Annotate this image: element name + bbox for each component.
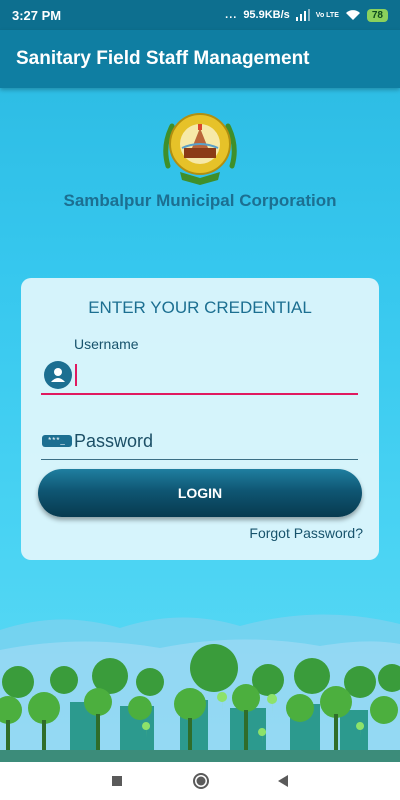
battery-icon: 78 xyxy=(366,8,388,22)
login-button[interactable]: LOGIN xyxy=(38,469,362,517)
user-icon xyxy=(44,361,72,389)
network-speed: 95.9KB/s xyxy=(243,9,290,21)
app-bar: Sanitary Field Staff Management xyxy=(0,30,400,88)
signal-icon xyxy=(295,9,310,21)
smc-logo xyxy=(158,106,242,190)
password-underline xyxy=(41,459,358,460)
smc-emblem-icon xyxy=(163,113,237,185)
city-scenery-illustration xyxy=(0,614,400,762)
wifi-icon xyxy=(345,10,360,20)
login-card-title: ENTER YOUR CREDENTIAL xyxy=(88,298,312,317)
login-card: ENTER YOUR CREDENTIAL Username ***_ LOGI… xyxy=(21,278,379,560)
app-title: Sanitary Field Staff Management xyxy=(16,48,310,69)
back-button[interactable] xyxy=(268,767,298,795)
status-indicators: ... 95.9KB/s Vo LTE 78 xyxy=(225,8,388,22)
username-input[interactable] xyxy=(73,360,353,390)
home-button[interactable] xyxy=(186,767,216,795)
volte-indicator: Vo LTE xyxy=(315,11,339,19)
status-time: 3:27 PM xyxy=(12,7,62,23)
password-dots-icon: ***_ xyxy=(42,435,72,447)
square-icon xyxy=(112,776,122,786)
recents-button[interactable] xyxy=(102,767,132,795)
password-input[interactable] xyxy=(74,428,354,454)
text-cursor xyxy=(75,364,77,386)
organization-name: Sambalpur Municipal Corporation xyxy=(63,191,337,210)
username-label: Username xyxy=(74,336,139,352)
app-screen: 3:27 PM ... 95.9KB/s Vo LTE 78 Sanitary … xyxy=(0,0,400,762)
circle-icon xyxy=(193,773,209,789)
forgot-password-link[interactable]: Forgot Password? xyxy=(249,525,363,541)
triangle-back-icon xyxy=(278,775,288,787)
status-bar: 3:27 PM ... 95.9KB/s Vo LTE 78 xyxy=(0,0,400,30)
notification-dots: ... xyxy=(225,9,238,21)
username-underline xyxy=(41,393,358,395)
